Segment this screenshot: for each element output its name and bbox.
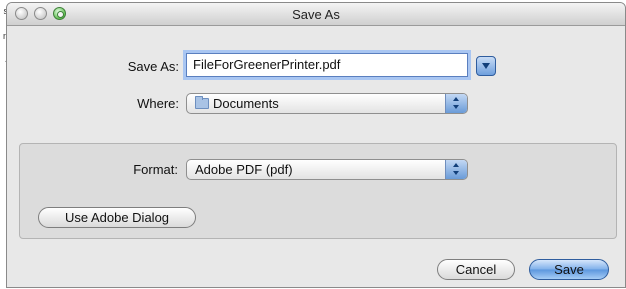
expand-browser-button[interactable] [476,56,496,76]
where-label: Where: [137,96,179,111]
filename-field[interactable]: FileForGreenerPrinter.pdf [186,53,468,77]
save-button[interactable]: Save [529,259,609,280]
folder-icon [195,96,209,109]
where-popup[interactable]: Documents [186,93,468,114]
cancel-button[interactable]: Cancel [437,259,515,280]
use-adobe-dialog-button[interactable]: Use Adobe Dialog [38,207,196,228]
title-bar[interactable]: Save As [7,3,625,26]
save-as-label: Save As: [127,59,179,74]
where-value: Documents [213,96,279,111]
window-title: Save As [292,7,340,22]
options-panel: Format: Adobe PDF (pdf) Use Adobe Dialog [19,143,617,239]
format-popup[interactable]: Adobe PDF (pdf) [186,159,468,180]
format-value: Adobe PDF (pdf) [195,162,293,177]
popup-arrows-icon [445,94,467,113]
format-label: Format: [133,162,178,177]
save-as-dialog: Save As Save As: FileForGreenerPrinter.p… [6,2,626,288]
popup-arrows-icon [445,160,467,179]
